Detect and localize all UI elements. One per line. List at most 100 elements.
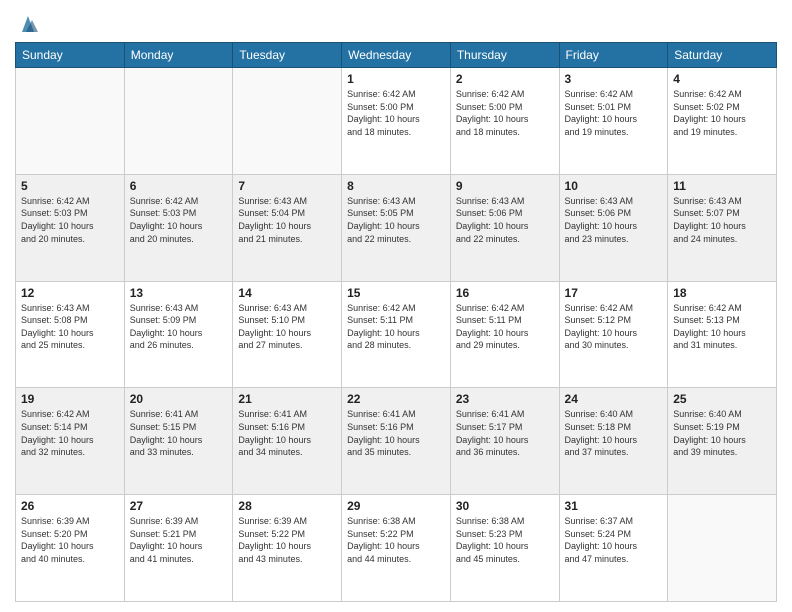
logo [15,14,38,34]
calendar-cell: 18 Sunrise: 6:42 AM Sunset: 5:13 PM Dayli… [668,281,777,388]
calendar-cell: 13 Sunrise: 6:43 AM Sunset: 5:09 PM Dayli… [124,281,233,388]
calendar-cell: 28 Sunrise: 6:39 AM Sunset: 5:22 PM Dayli… [233,495,342,602]
calendar-cell: 1 Sunrise: 6:42 AM Sunset: 5:00 PM Daylig… [342,68,451,175]
calendar-cell: 24Sunrise: 6:40 AM Sunset: 5:18 PM Dayli… [559,388,668,495]
day-number: 21 [238,392,336,406]
day-info: Sunrise: 6:39 AM Sunset: 5:22 PM Dayligh… [238,515,336,565]
calendar-cell [124,68,233,175]
day-number: 27 [130,499,228,513]
logo-icon [18,14,38,34]
day-info: Sunrise: 6:42 AM Sunset: 5:03 PM Dayligh… [21,195,119,245]
page: SundayMondayTuesdayWednesdayThursdayFrid… [0,0,792,612]
calendar-cell: 21 Sunrise: 6:41 AM Sunset: 5:16 PM Dayli… [233,388,342,495]
day-info: Sunrise: 6:40 AM Sunset: 5:19 PM Dayligh… [673,408,771,458]
day-number: 17 [565,286,663,300]
calendar-week-row: 19 Sunrise: 6:42 AM Sunset: 5:14 PM Dayli… [16,388,777,495]
weekday-header-tuesday: Tuesday [233,43,342,68]
header [15,10,777,34]
day-info: Sunrise: 6:42 AM Sunset: 5:01 PM Dayligh… [565,88,663,138]
day-info: Sunrise: 6:42 AM Sunset: 5:14 PM Dayligh… [21,408,119,458]
calendar-cell: 8 Sunrise: 6:43 AM Sunset: 5:05 PM Daylig… [342,174,451,281]
day-info: Sunrise: 6:43 AM Sunset: 5:10 PM Dayligh… [238,302,336,352]
day-number: 5 [21,179,119,193]
day-info: Sunrise: 6:42 AM Sunset: 5:03 PM Dayligh… [130,195,228,245]
weekday-header-friday: Friday [559,43,668,68]
day-info: Sunrise: 6:38 AM Sunset: 5:23 PM Dayligh… [456,515,554,565]
calendar-cell: 29 Sunrise: 6:38 AM Sunset: 5:22 PM Dayli… [342,495,451,602]
day-number: 4 [673,72,771,86]
calendar-cell: 27 Sunrise: 6:39 AM Sunset: 5:21 PM Dayli… [124,495,233,602]
weekday-header-sunday: Sunday [16,43,125,68]
calendar-cell: 22Sunrise: 6:41 AM Sunset: 5:16 PM Dayli… [342,388,451,495]
calendar-week-row: 26Sunrise: 6:39 AM Sunset: 5:20 PM Dayli… [16,495,777,602]
calendar-cell: 15 Sunrise: 6:42 AM Sunset: 5:11 PM Dayli… [342,281,451,388]
day-info: Sunrise: 6:39 AM Sunset: 5:21 PM Dayligh… [130,515,228,565]
day-number: 30 [456,499,554,513]
calendar-cell: 4Sunrise: 6:42 AM Sunset: 5:02 PM Daylig… [668,68,777,175]
day-number: 11 [673,179,771,193]
day-number: 12 [21,286,119,300]
day-number: 19 [21,392,119,406]
day-number: 29 [347,499,445,513]
day-number: 3 [565,72,663,86]
day-number: 13 [130,286,228,300]
calendar-week-row: 5 Sunrise: 6:42 AM Sunset: 5:03 PM Daylig… [16,174,777,281]
day-info: Sunrise: 6:43 AM Sunset: 5:04 PM Dayligh… [238,195,336,245]
day-number: 1 [347,72,445,86]
day-number: 28 [238,499,336,513]
day-number: 18 [673,286,771,300]
calendar-week-row: 1 Sunrise: 6:42 AM Sunset: 5:00 PM Daylig… [16,68,777,175]
weekday-header-wednesday: Wednesday [342,43,451,68]
calendar-cell: 7 Sunrise: 6:43 AM Sunset: 5:04 PM Daylig… [233,174,342,281]
day-info: Sunrise: 6:42 AM Sunset: 5:13 PM Dayligh… [673,302,771,352]
day-info: Sunrise: 6:43 AM Sunset: 5:06 PM Dayligh… [565,195,663,245]
calendar-cell: 3 Sunrise: 6:42 AM Sunset: 5:01 PM Daylig… [559,68,668,175]
day-number: 2 [456,72,554,86]
day-number: 6 [130,179,228,193]
day-info: Sunrise: 6:43 AM Sunset: 5:09 PM Dayligh… [130,302,228,352]
calendar: SundayMondayTuesdayWednesdayThursdayFrid… [15,42,777,602]
calendar-cell [16,68,125,175]
calendar-cell: 25 Sunrise: 6:40 AM Sunset: 5:19 PM Dayli… [668,388,777,495]
calendar-cell: 30 Sunrise: 6:38 AM Sunset: 5:23 PM Dayli… [450,495,559,602]
day-info: Sunrise: 6:42 AM Sunset: 5:00 PM Dayligh… [347,88,445,138]
day-info: Sunrise: 6:41 AM Sunset: 5:17 PM Dayligh… [456,408,554,458]
day-info: Sunrise: 6:43 AM Sunset: 5:07 PM Dayligh… [673,195,771,245]
calendar-cell [668,495,777,602]
day-info: Sunrise: 6:43 AM Sunset: 5:05 PM Dayligh… [347,195,445,245]
weekday-header-monday: Monday [124,43,233,68]
day-info: Sunrise: 6:42 AM Sunset: 5:12 PM Dayligh… [565,302,663,352]
day-number: 26 [21,499,119,513]
day-info: Sunrise: 6:42 AM Sunset: 5:11 PM Dayligh… [347,302,445,352]
day-number: 23 [456,392,554,406]
calendar-cell: 20Sunrise: 6:41 AM Sunset: 5:15 PM Dayli… [124,388,233,495]
day-number: 7 [238,179,336,193]
day-info: Sunrise: 6:40 AM Sunset: 5:18 PM Dayligh… [565,408,663,458]
weekday-header-row: SundayMondayTuesdayWednesdayThursdayFrid… [16,43,777,68]
day-number: 16 [456,286,554,300]
day-number: 25 [673,392,771,406]
day-info: Sunrise: 6:42 AM Sunset: 5:11 PM Dayligh… [456,302,554,352]
day-info: Sunrise: 6:41 AM Sunset: 5:16 PM Dayligh… [238,408,336,458]
calendar-cell: 14Sunrise: 6:43 AM Sunset: 5:10 PM Dayli… [233,281,342,388]
day-number: 15 [347,286,445,300]
calendar-cell: 10 Sunrise: 6:43 AM Sunset: 5:06 PM Dayli… [559,174,668,281]
calendar-cell: 16 Sunrise: 6:42 AM Sunset: 5:11 PM Dayli… [450,281,559,388]
day-info: Sunrise: 6:38 AM Sunset: 5:22 PM Dayligh… [347,515,445,565]
calendar-cell [233,68,342,175]
day-number: 22 [347,392,445,406]
calendar-cell: 17 Sunrise: 6:42 AM Sunset: 5:12 PM Dayli… [559,281,668,388]
calendar-cell: 23 Sunrise: 6:41 AM Sunset: 5:17 PM Dayli… [450,388,559,495]
day-number: 10 [565,179,663,193]
calendar-cell: 26Sunrise: 6:39 AM Sunset: 5:20 PM Dayli… [16,495,125,602]
calendar-cell: 31Sunrise: 6:37 AM Sunset: 5:24 PM Dayli… [559,495,668,602]
day-number: 8 [347,179,445,193]
calendar-cell: 12 Sunrise: 6:43 AM Sunset: 5:08 PM Dayli… [16,281,125,388]
day-info: Sunrise: 6:43 AM Sunset: 5:08 PM Dayligh… [21,302,119,352]
calendar-cell: 5 Sunrise: 6:42 AM Sunset: 5:03 PM Daylig… [16,174,125,281]
day-info: Sunrise: 6:42 AM Sunset: 5:00 PM Dayligh… [456,88,554,138]
calendar-cell: 19 Sunrise: 6:42 AM Sunset: 5:14 PM Dayli… [16,388,125,495]
calendar-cell: 9Sunrise: 6:43 AM Sunset: 5:06 PM Daylig… [450,174,559,281]
day-number: 31 [565,499,663,513]
weekday-header-thursday: Thursday [450,43,559,68]
